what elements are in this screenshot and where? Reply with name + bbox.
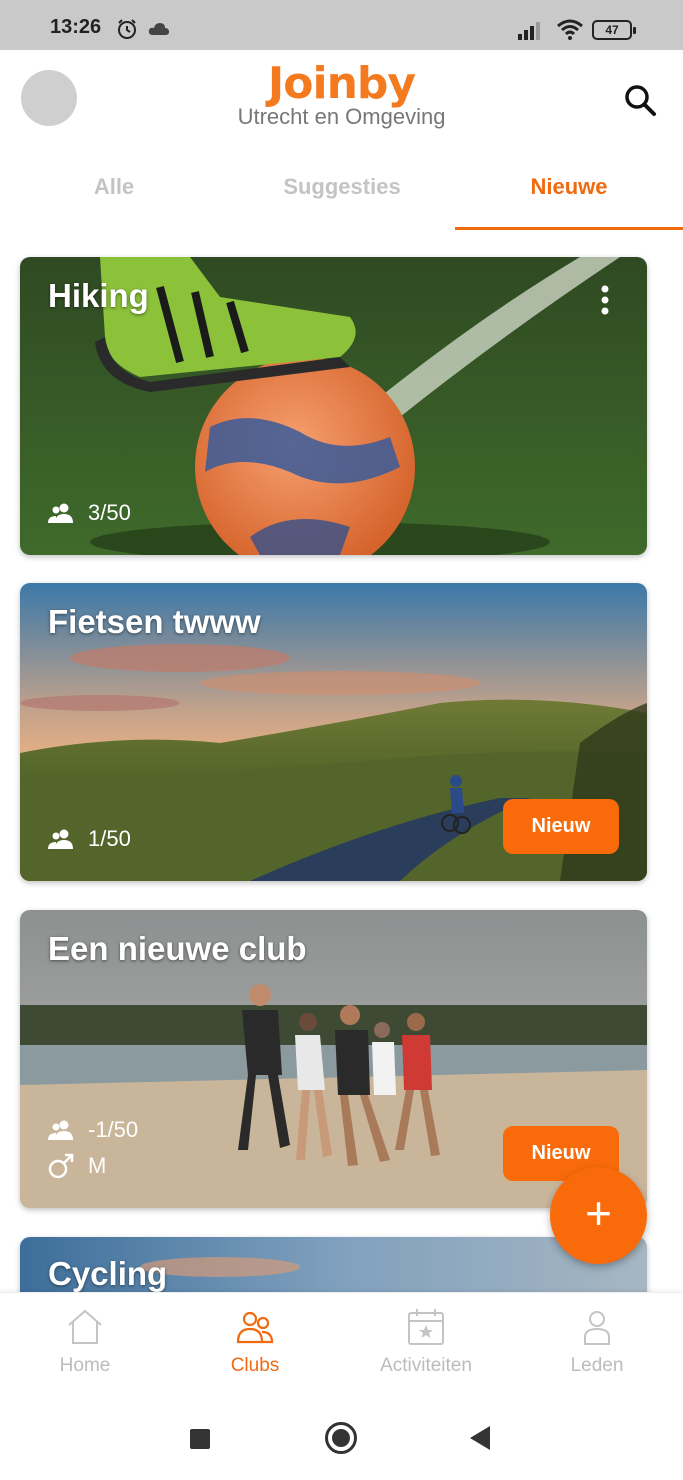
club-card-hiking[interactable]: Hiking 3/50: [20, 257, 647, 555]
members-icon: [48, 1120, 73, 1140]
member-count-value: 1/50: [88, 826, 131, 851]
club-card-fietsen[interactable]: Fietsen twww 1/50 Nieuw: [20, 583, 647, 881]
club-title: Cycling: [48, 1255, 168, 1292]
nav-activiteiten[interactable]: Activiteiten: [341, 1307, 511, 1377]
members-icon: [48, 829, 73, 849]
active-tab-indicator: [455, 227, 683, 230]
gender-value: M: [88, 1153, 107, 1178]
nav-leden[interactable]: Leden: [512, 1307, 682, 1377]
more-options-icon[interactable]: [597, 285, 613, 315]
nav-label: Leden: [570, 1355, 624, 1376]
battery-icon: 47: [592, 20, 636, 40]
nav-label: Clubs: [230, 1355, 280, 1376]
clubs-icon: [236, 1311, 274, 1344]
member-count: 3/50: [48, 500, 131, 526]
tab-nieuwe[interactable]: Nieuwe: [455, 174, 683, 200]
person-icon: [584, 1311, 610, 1345]
members-icon: [48, 503, 73, 523]
region-label[interactable]: Utrecht en Omgeving: [0, 104, 683, 130]
status-time: 13:26: [50, 16, 102, 38]
nav-home[interactable]: Home: [0, 1307, 170, 1377]
wifi-icon: [557, 19, 583, 40]
calendar-icon: [408, 1309, 444, 1345]
gender-restriction: M: [48, 1153, 106, 1179]
tab-bar: Alle Suggesties Nieuwe: [0, 160, 683, 230]
club-title: Hiking: [48, 277, 149, 314]
nav-label: Home: [59, 1355, 111, 1376]
club-title: Fietsen twww: [48, 603, 261, 640]
alarm-icon: [118, 19, 136, 39]
member-count: -1/50: [48, 1117, 138, 1143]
bottom-navigation: Home Clubs Activiteiten Leden: [0, 1292, 683, 1398]
member-count: 1/50: [48, 826, 131, 852]
system-home-icon[interactable]: [325, 1422, 357, 1454]
back-icon[interactable]: [470, 1426, 490, 1450]
app-logo: Joinby: [267, 58, 416, 109]
signal-icon: [518, 22, 540, 40]
cloud-icon: [148, 23, 169, 35]
status-bar: 13:26 47: [0, 0, 683, 50]
nav-label: Activiteiten: [380, 1355, 472, 1376]
club-card-een-nieuwe-club[interactable]: Een nieuwe club -1/50 M Nieuw: [20, 910, 647, 1208]
search-icon[interactable]: [620, 80, 660, 120]
new-badge: Nieuw: [503, 799, 619, 854]
nav-clubs[interactable]: Clubs: [170, 1307, 340, 1377]
home-icon: [68, 1309, 102, 1344]
recent-apps-icon[interactable]: [190, 1429, 210, 1449]
system-navigation-bar: [0, 1398, 683, 1480]
tab-suggesties[interactable]: Suggesties: [228, 174, 456, 200]
member-count-value: -1/50: [88, 1117, 139, 1142]
club-card-cycling[interactable]: Cycling: [20, 1237, 647, 1293]
male-icon: [48, 1153, 74, 1179]
tab-alle[interactable]: Alle: [0, 174, 228, 200]
add-club-button[interactable]: +: [550, 1167, 647, 1264]
member-count-value: 3/50: [88, 500, 131, 525]
club-title: Een nieuwe club: [48, 930, 307, 967]
